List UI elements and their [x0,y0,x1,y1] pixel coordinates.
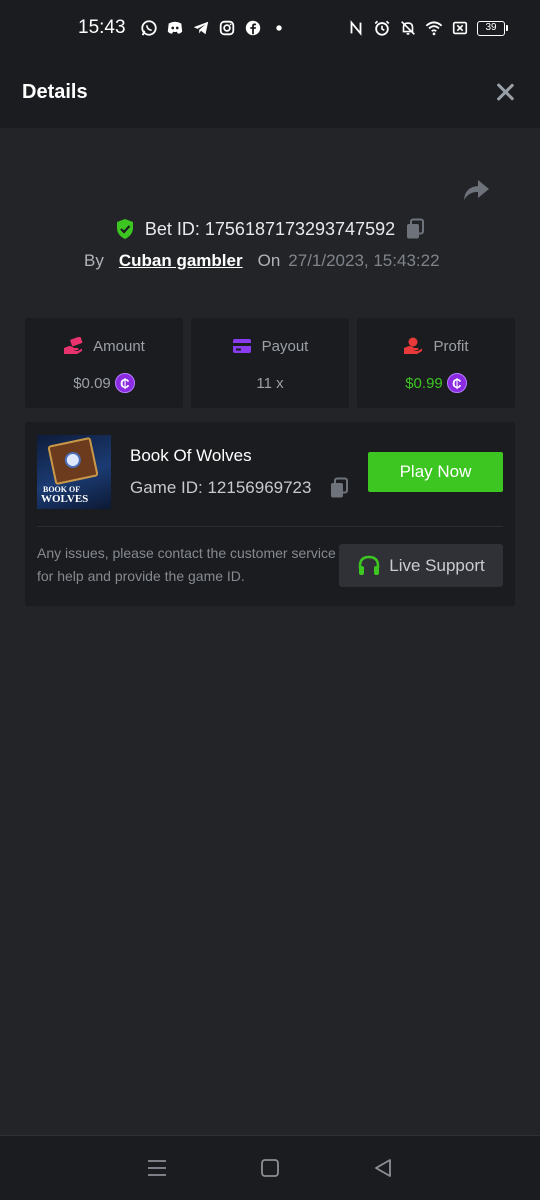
thumbnail-text-2: WOLVES [41,493,89,505]
game-id: Game ID: 12156969723 [130,478,312,497]
payout-label: Payout [261,337,309,355]
back-icon[interactable] [371,1156,395,1180]
system-icons: 39 [347,19,508,37]
telegram-icon [192,19,210,37]
amount-stat: Amount $0.09 ₵ [25,318,183,408]
wifi-icon [425,19,443,37]
system-nav-bar [0,1135,540,1200]
close-icon[interactable] [494,81,516,103]
status-time: 15:43 [78,17,126,38]
profit-stat: Profit $0.99 ₵ [357,318,515,408]
divider [37,526,503,527]
instagram-icon [218,19,236,37]
play-now-button[interactable]: Play Now [368,452,503,492]
bet-id: Bet ID: 1756187173293747592 [144,218,396,239]
bell-off-icon [399,19,417,37]
on-label: On [257,251,281,270]
support-help-text: Any issues, please contact the customer … [37,545,336,584]
amount-label: Amount [93,337,145,355]
live-support-label: Live Support [389,555,485,575]
bet-id-row: Bet ID: 1756187173293747592 [0,214,540,244]
battery-level: 39 [477,20,505,36]
live-support-button[interactable]: Live Support [339,544,503,587]
shield-check-icon [116,219,133,239]
game-card: BOOK OF WOLVES Book Of Wolves Game ID: 1… [25,422,515,606]
notification-icons [140,19,288,37]
share-icon[interactable] [462,178,490,204]
dot-icon [270,19,288,37]
sim-off-icon [451,19,469,37]
bet-datetime: 27/1/2023, 15:43:22 [288,251,440,270]
payout-value: 11 x [256,374,284,392]
facebook-icon [244,19,262,37]
headset-icon [359,555,380,575]
bet-stats: Amount $0.09 ₵ Payout 11 x Profit $0.99 … [25,318,515,408]
amount-value: $0.09 [73,374,111,392]
copy-game-id-icon[interactable] [329,477,349,499]
username-link[interactable]: Cuban gambler [119,251,243,271]
copy-bet-id-icon[interactable] [405,218,425,240]
profit-value: $0.99 [405,374,443,392]
menu-icon[interactable] [145,1156,169,1180]
card-icon [232,339,251,353]
game-id-row: Game ID: 12156969723 [130,477,349,499]
battery-icon: 39 [477,20,508,36]
hand-money-icon [64,337,83,354]
alarm-icon [373,19,391,37]
page-title: Details [22,80,88,103]
profit-hand-icon [404,337,423,354]
profit-label: Profit [433,337,469,355]
details-header: Details [0,56,540,128]
discord-icon [166,19,184,37]
game-name: Book Of Wolves [130,446,252,465]
game-thumbnail[interactable]: BOOK OF WOLVES [37,435,111,509]
bet-author-row: By Cuban gambler On 27/1/2023, 15:43:22 [84,248,440,274]
status-bar: 15:43 39 [0,0,540,56]
whatsapp-icon [140,19,158,37]
payout-stat: Payout 11 x [191,318,349,408]
nfc-icon [347,19,365,37]
coin-icon: ₵ [446,373,467,393]
by-label: By [84,251,104,270]
book-image [47,436,99,486]
home-icon[interactable] [258,1156,282,1180]
coin-icon: ₵ [114,373,135,393]
